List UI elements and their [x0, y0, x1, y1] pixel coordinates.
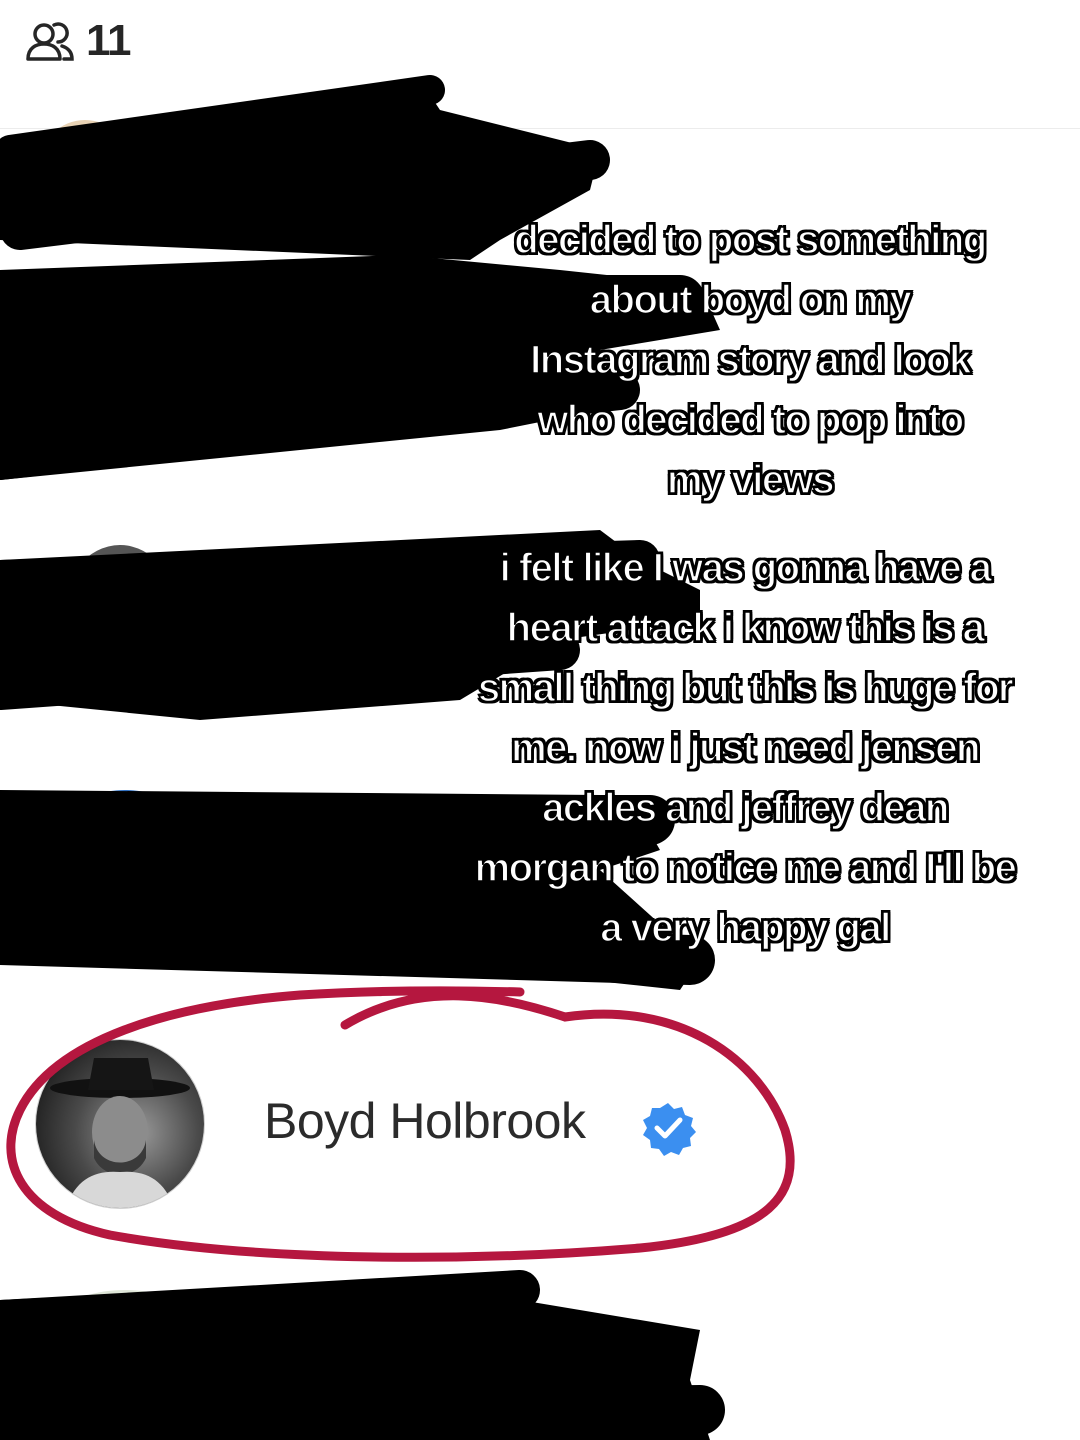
highlight-circle [6, 986, 795, 1262]
